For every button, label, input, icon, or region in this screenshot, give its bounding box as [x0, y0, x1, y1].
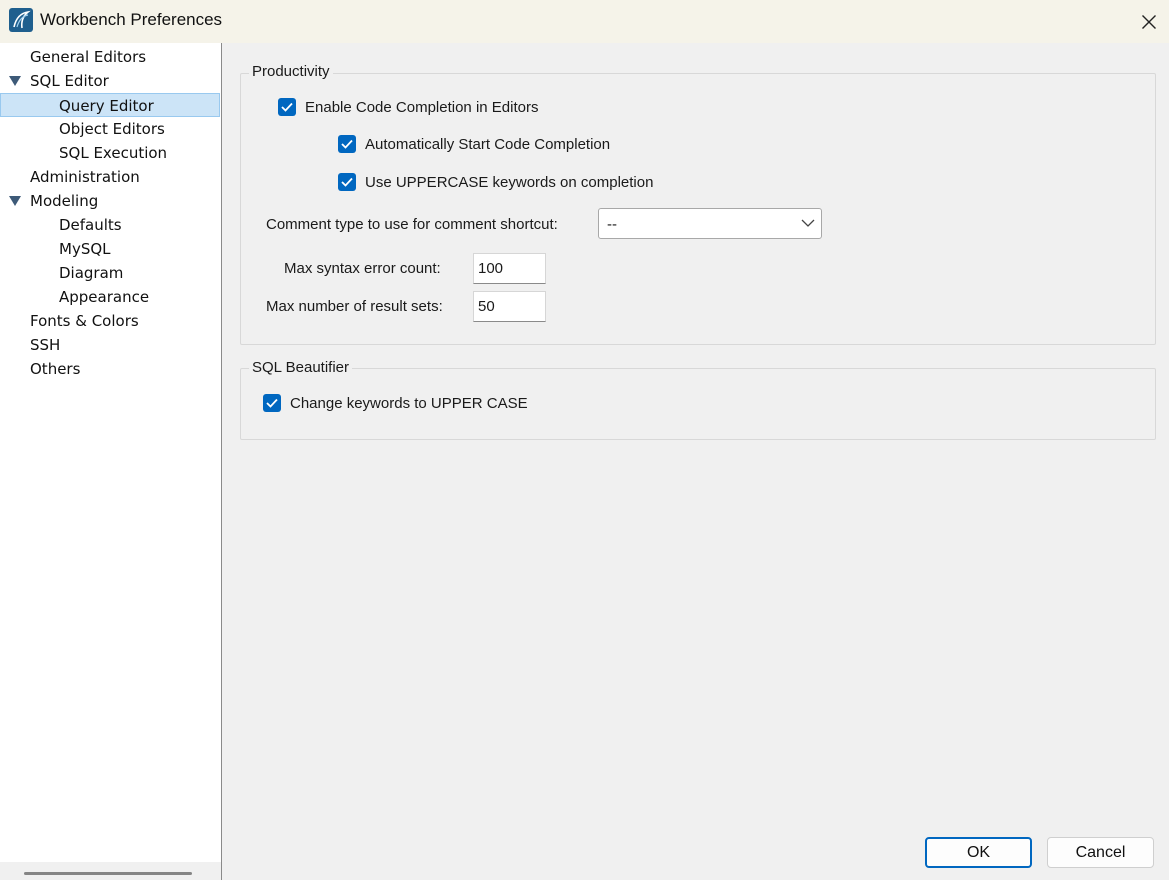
- horizontal-scrollbar[interactable]: [0, 862, 221, 880]
- title-bar: Workbench Preferences: [0, 0, 1169, 43]
- close-button[interactable]: [1128, 0, 1169, 43]
- tree-item-sql-execution[interactable]: SQL Execution: [59, 141, 167, 165]
- auto-start-completion-checkbox[interactable]: Automatically Start Code Completion: [338, 133, 610, 155]
- cancel-button[interactable]: Cancel: [1047, 837, 1154, 868]
- scrollbar-thumb[interactable]: [24, 872, 192, 875]
- uppercase-keywords-checkbox[interactable]: Use UPPERCASE keywords on completion: [338, 171, 653, 193]
- auto-start-completion-label: Automatically Start Code Completion: [365, 135, 611, 153]
- preferences-tree[interactable]: General Editors SQL Editor Query Editor …: [0, 43, 222, 880]
- productivity-group-title: Productivity: [249, 63, 333, 80]
- tree-item-general-editors[interactable]: General Editors: [30, 45, 146, 69]
- max-syntax-errors-label: Max syntax error count:: [284, 260, 441, 277]
- tree-item-defaults[interactable]: Defaults: [59, 213, 122, 237]
- checkmark-icon: [338, 135, 356, 153]
- change-keywords-upper-checkbox[interactable]: Change keywords to UPPER CASE: [263, 392, 528, 414]
- checkmark-icon: [338, 173, 356, 191]
- sql-beautifier-group-title: SQL Beautifier: [249, 359, 352, 376]
- tree-item-modeling[interactable]: Modeling: [30, 189, 98, 213]
- window-title: Workbench Preferences: [40, 10, 223, 29]
- enable-code-completion-checkbox[interactable]: Enable Code Completion in Editors: [278, 96, 538, 118]
- tree-item-diagram[interactable]: Diagram: [59, 261, 123, 285]
- uppercase-keywords-label: Use UPPERCASE keywords on completion: [365, 173, 654, 191]
- comment-type-value: --: [607, 216, 617, 233]
- tree-item-mysql[interactable]: MySQL: [59, 237, 111, 261]
- tree-item-fonts-colors[interactable]: Fonts & Colors: [30, 309, 139, 333]
- tree-item-administration[interactable]: Administration: [30, 165, 140, 189]
- checkmark-icon: [263, 394, 281, 412]
- close-icon: [1141, 14, 1156, 29]
- ok-button[interactable]: OK: [925, 837, 1032, 868]
- max-syntax-errors-input[interactable]: 100: [473, 253, 546, 284]
- max-result-sets-input[interactable]: 50: [473, 291, 546, 322]
- checkmark-icon: [278, 98, 296, 116]
- change-keywords-upper-label: Change keywords to UPPER CASE: [290, 394, 528, 412]
- comment-type-select[interactable]: --: [598, 208, 822, 239]
- comment-type-label: Comment type to use for comment shortcut…: [266, 216, 558, 233]
- expand-arrow-icon[interactable]: [9, 69, 21, 93]
- chevron-down-icon: [801, 219, 815, 227]
- tree-item-others[interactable]: Others: [30, 357, 80, 381]
- mysql-workbench-icon: [9, 8, 33, 32]
- expand-arrow-icon[interactable]: [9, 189, 21, 213]
- enable-code-completion-label: Enable Code Completion in Editors: [305, 98, 539, 116]
- tree-item-sql-editor[interactable]: SQL Editor: [30, 69, 109, 93]
- tree-item-appearance[interactable]: Appearance: [59, 285, 149, 309]
- tree-item-ssh[interactable]: SSH: [30, 333, 60, 357]
- max-result-sets-label: Max number of result sets:: [266, 298, 443, 315]
- tree-item-object-editors[interactable]: Object Editors: [59, 117, 165, 141]
- tree-item-query-editor[interactable]: Query Editor: [0, 93, 220, 117]
